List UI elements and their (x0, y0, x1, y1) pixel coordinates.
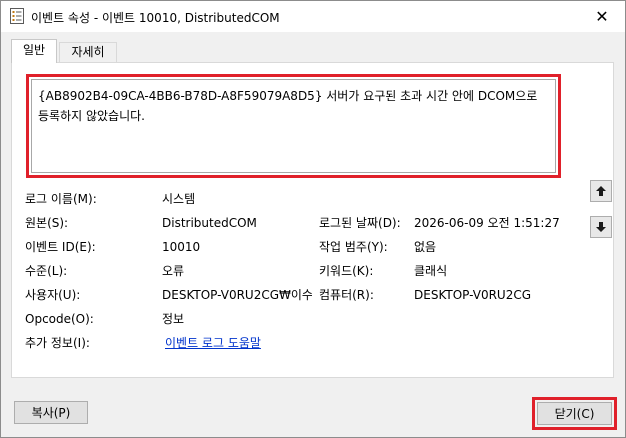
tab-general[interactable]: 일반 (11, 39, 57, 63)
level-label: 수준(L): (25, 264, 68, 278)
description-highlight: {AB8902B4-09CA-4BB6-B78D-A8F59079A8D5} 서… (26, 74, 561, 178)
user-label: 사용자(U): (25, 288, 81, 302)
opcode-label: Opcode(O): (25, 312, 94, 326)
event-id-value: 10010 (162, 240, 201, 254)
close-button[interactable]: 닫기(C) (537, 402, 612, 425)
tab-details[interactable]: 자세히 (59, 42, 117, 62)
title-bar: 이벤트 속성 - 이벤트 10010, DistributedCOM ✕ (1, 1, 625, 32)
log-name-label: 로그 이름(M): (25, 192, 97, 206)
event-properties-window: 이벤트 속성 - 이벤트 10010, DistributedCOM ✕ 일반 … (0, 0, 626, 438)
task-category-label: 작업 범주(Y): (319, 240, 388, 254)
event-properties-icon (10, 8, 24, 24)
description-text[interactable]: {AB8902B4-09CA-4BB6-B78D-A8F59079A8D5} 서… (31, 79, 556, 173)
task-category-value: 없음 (414, 240, 437, 254)
computer-value: DESKTOP-V0RU2CG (414, 288, 532, 302)
close-icon[interactable]: ✕ (579, 1, 625, 32)
event-log-help-link[interactable]: 이벤트 로그 도움말 (165, 335, 261, 351)
user-value: DESKTOP-V0RU2CG₩이수ㅎ (162, 288, 312, 302)
next-event-button[interactable] (590, 216, 612, 238)
event-id-label: 이벤트 ID(E): (25, 240, 96, 254)
arrow-up-icon (596, 186, 606, 196)
general-panel: {AB8902B4-09CA-4BB6-B78D-A8F59079A8D5} 서… (11, 62, 614, 378)
window-title: 이벤트 속성 - 이벤트 10010, DistributedCOM (31, 11, 280, 25)
keywords-label: 키워드(K): (319, 264, 374, 278)
source-label: 원본(S): (25, 216, 69, 230)
computer-label: 컴퓨터(R): (319, 288, 374, 302)
level-value: 오류 (162, 264, 185, 278)
logged-value: 2026-06-09 오전 1:51:27 (414, 216, 560, 230)
opcode-value: 정보 (162, 312, 185, 326)
copy-button[interactable]: 복사(P) (14, 401, 88, 424)
source-value: DistributedCOM (162, 216, 257, 230)
previous-event-button[interactable] (590, 180, 612, 202)
arrow-down-icon (596, 222, 606, 232)
more-info-label: 추가 정보(I): (25, 336, 90, 350)
keywords-value: 클래식 (414, 264, 448, 278)
log-name-value: 시스템 (162, 192, 196, 206)
logged-label: 로그된 날짜(D): (319, 216, 401, 230)
